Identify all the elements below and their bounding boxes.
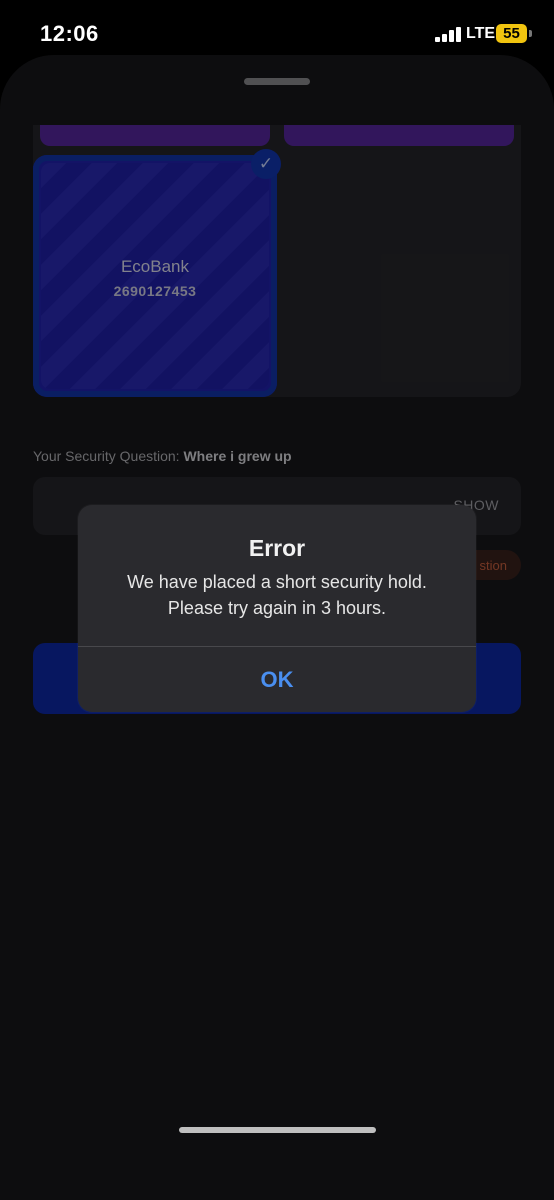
error-alert: Error We have placed a short security ho… [78,505,476,712]
alert-message-line2: Please try again in 3 hours. [167,598,387,618]
alert-message-line1: We have placed a short security hold. [127,572,427,592]
alert-title: Error [248,535,306,561]
ok-button[interactable]: OK [78,647,476,712]
battery-cap [529,30,532,37]
cellular-signal-icon [435,26,461,42]
alert-message: We have placed a short security hold. Pl… [98,569,456,621]
status-time: 12:06 [40,21,99,46]
battery-icon: 55 [496,24,527,43]
status-bar: 12:06 LTE 55 [0,0,554,62]
network-type: LTE [466,25,496,42]
